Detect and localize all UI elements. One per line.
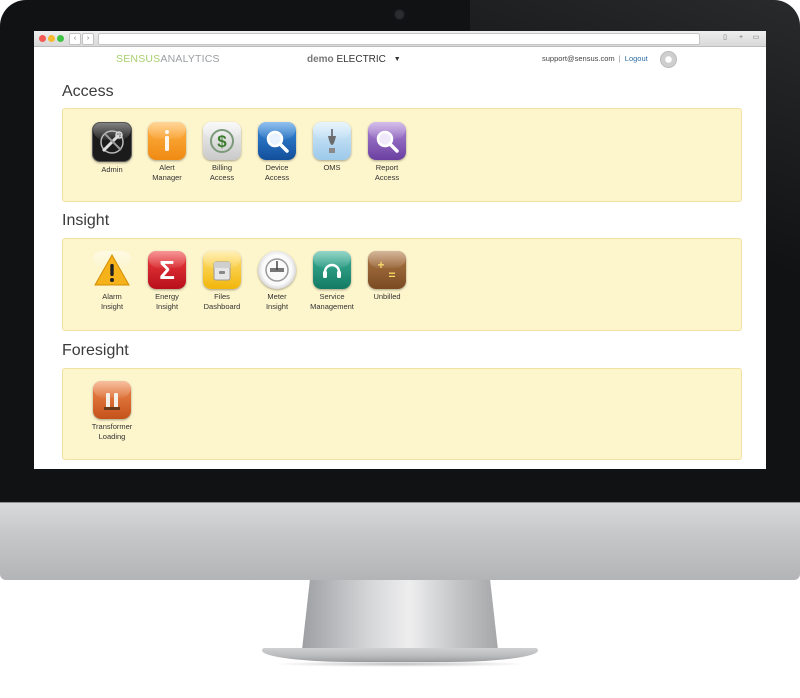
user-menu: support@sensus.com | Logout	[542, 54, 648, 63]
org-prefix: demo	[307, 54, 334, 65]
tile-report-access[interactable]: Report Access	[357, 122, 417, 183]
organization-selector[interactable]: demo ELECTRIC ▼	[307, 54, 401, 65]
stand-shadow	[270, 661, 530, 667]
org-name: ELECTRIC	[336, 54, 386, 65]
billing-dollar-icon: $	[203, 122, 241, 160]
tile-service-management[interactable]: Service Management	[302, 251, 362, 312]
address-bar[interactable]	[98, 33, 700, 45]
chin-divider	[0, 502, 800, 503]
webcam	[394, 9, 405, 20]
gear-icon[interactable]	[660, 51, 677, 68]
tile-admin[interactable]: Admin	[82, 122, 142, 175]
warning-icon	[93, 251, 131, 289]
dropdown-caret-icon: ▼	[393, 56, 401, 63]
tile-label: Service Management	[310, 292, 354, 311]
tile-label: Admin	[101, 165, 123, 174]
back-icon[interactable]: ‹	[69, 33, 81, 45]
access-panel: Admin Alert Manager $ Billing Access Dev…	[62, 108, 742, 202]
section-title-foresight: Foresight	[62, 342, 129, 359]
device-search-icon	[258, 122, 296, 160]
oms-icon	[313, 122, 351, 160]
minimize-window-button[interactable]	[48, 35, 55, 42]
tile-label: Meter Insight	[265, 292, 289, 311]
window-icon[interactable]: ▭	[751, 33, 761, 43]
monitor-chin	[0, 502, 800, 580]
browser-toolbar: ‹ › ▯ + ▭	[34, 31, 766, 47]
insight-panel: Alarm Insight Σ Energy Insight Files Das…	[62, 238, 742, 331]
section-title-access: Access	[62, 83, 114, 100]
brand-name-part2: ANALYTICS	[160, 53, 220, 65]
service-icon	[313, 251, 351, 289]
svg-text:+: +	[377, 258, 384, 272]
section-title-insight: Insight	[62, 212, 110, 229]
meter-icon	[258, 251, 296, 289]
foresight-panel: Transformer Loading	[62, 368, 742, 460]
tile-billing-access[interactable]: $ Billing Access	[192, 122, 252, 183]
screen: ‹ › ▯ + ▭ SENSUSANALYTICS demo ELECTRIC …	[34, 31, 766, 469]
tile-files-dashboard[interactable]: Files Dashboard	[192, 251, 252, 312]
brand-name-part1: SENSUS	[116, 53, 161, 65]
brand-logo[interactable]: SENSUSANALYTICS	[116, 53, 220, 65]
tile-label: Files Dashboard	[203, 292, 241, 311]
monitor-stand-neck	[302, 580, 498, 650]
tile-label: Device Access	[264, 163, 290, 182]
tile-label: OMS	[323, 163, 341, 172]
tile-label: Alarm Insight	[100, 292, 124, 311]
tile-energy-insight[interactable]: Σ Energy Insight	[137, 251, 197, 312]
monitor-stand-foot	[262, 648, 538, 662]
tile-alert-manager[interactable]: Alert Manager	[137, 122, 197, 183]
admin-tools-icon	[92, 122, 132, 162]
svg-text:$: $	[217, 132, 227, 151]
new-tab-icon[interactable]: +	[736, 33, 746, 43]
calculator-icon: + =	[368, 251, 406, 289]
sigma-icon: Σ	[148, 251, 186, 289]
tile-label: Energy Insight	[155, 292, 179, 311]
alert-manager-icon	[148, 122, 186, 160]
tile-alarm-insight[interactable]: Alarm Insight	[82, 251, 142, 312]
tile-device-access[interactable]: Device Access	[247, 122, 307, 183]
forward-icon[interactable]: ›	[82, 33, 94, 45]
tile-transformer-loading[interactable]: Transformer Loading	[82, 381, 142, 442]
files-icon	[203, 251, 241, 289]
header-separator: |	[618, 54, 621, 63]
report-search-icon	[368, 122, 406, 160]
tile-label: Billing Access	[209, 163, 235, 182]
logout-link[interactable]: Logout	[625, 54, 648, 63]
tile-meter-insight[interactable]: Meter Insight	[247, 251, 307, 312]
close-window-button[interactable]	[39, 35, 46, 42]
tile-oms[interactable]: OMS	[302, 122, 362, 173]
svg-text:=: =	[388, 268, 395, 282]
transformer-icon	[93, 381, 131, 419]
tile-unbilled[interactable]: + = Unbilled	[357, 251, 417, 302]
tile-label: Report Access	[374, 163, 400, 182]
maximize-window-button[interactable]	[57, 35, 64, 42]
tile-label: Unbilled	[373, 292, 401, 301]
tile-label: Transformer Loading	[91, 422, 133, 441]
page-icon[interactable]: ▯	[720, 33, 730, 43]
tile-label: Alert Manager	[152, 163, 182, 182]
user-email[interactable]: support@sensus.com	[542, 54, 615, 63]
